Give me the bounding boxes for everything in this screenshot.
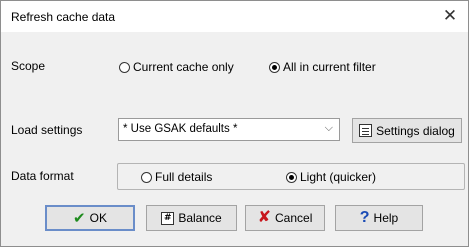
question-mark-icon: ? [359,209,370,226]
radio-button-icon [141,171,152,183]
radio-button-selected-icon [286,171,297,183]
load-settings-label: Load settings [11,123,83,137]
radio-label: Full details [155,170,213,184]
radio-button-selected-icon [269,61,280,73]
ok-label: OK [89,211,107,225]
radio-label: All in current filter [283,60,376,74]
radio-light-quicker[interactable]: Light (quicker) [286,170,376,184]
load-settings-dropdown[interactable]: * Use GSAK defaults * ⌵ [118,118,340,141]
help-label: Help [373,211,399,225]
cancel-button[interactable]: ✘ Cancel [245,205,325,231]
radio-current-cache-only[interactable]: Current cache only [119,60,234,74]
cancel-x-icon: ✘ [257,209,272,226]
radio-all-in-current-filter[interactable]: All in current filter [269,60,376,74]
settings-icon [359,124,373,137]
chevron-down-icon: ⌵ [324,122,333,134]
radio-label: Light (quicker) [300,170,377,184]
settings-dialog-button[interactable]: Settings dialog [352,118,462,143]
balance-label: Balance [178,211,222,225]
radio-label: Current cache only [133,60,234,74]
checkmark-icon: ✔ [73,209,86,227]
balance-button[interactable]: # Balance [146,205,237,231]
cancel-label: Cancel [275,211,313,225]
radio-full-details[interactable]: Full details [141,170,212,184]
balance-icon: # [161,211,175,225]
refresh-cache-dialog: Refresh cache data ✕ Scope Current cache… [0,0,469,247]
data-format-label: Data format [11,169,74,183]
title-bar: Refresh cache data ✕ [1,1,468,32]
settings-dialog-label: Settings dialog [376,123,455,138]
dropdown-value: * Use GSAK defaults * [123,123,238,135]
help-button[interactable]: ? Help [335,205,423,231]
radio-button-icon [119,61,130,73]
ok-button[interactable]: ✔ OK [45,205,135,231]
scope-label: Scope [11,59,46,73]
close-icon[interactable]: ✕ [440,6,460,26]
dialog-title: Refresh cache data [11,10,116,24]
